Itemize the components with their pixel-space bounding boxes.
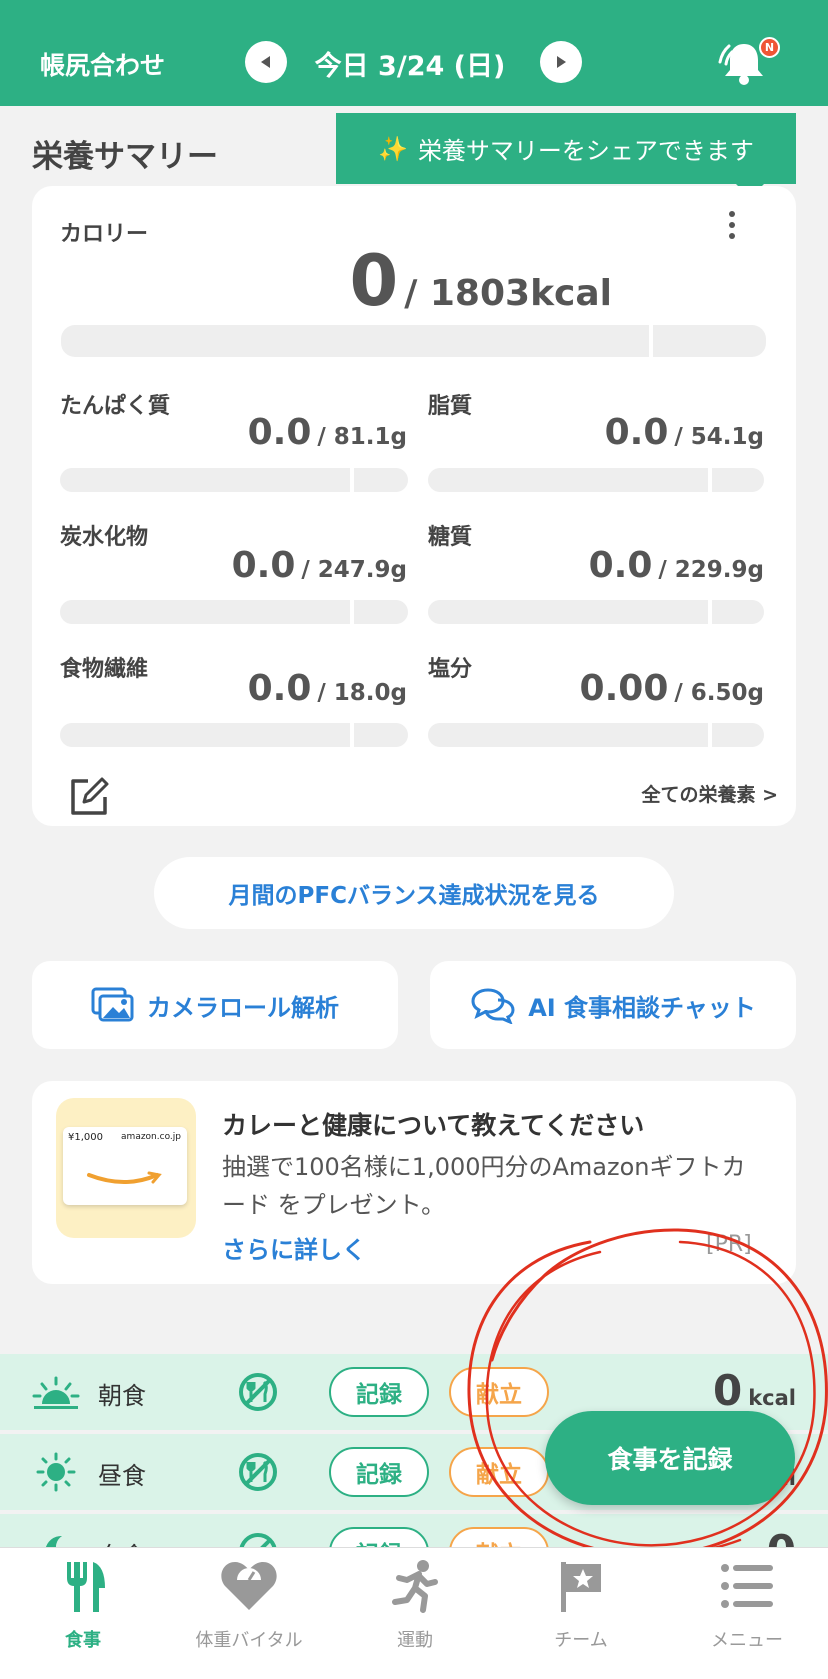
calorie-target: / 1803kcal — [404, 273, 612, 314]
protein-label: たんぱく質 — [60, 394, 171, 419]
sugar-target: / 229.9g — [658, 557, 764, 583]
sparkles-icon: ✨ — [378, 134, 408, 163]
gift-card-brand: amazon.co.jp — [121, 1132, 181, 1142]
share-tooltip[interactable]: ✨ 栄養サマリーをシェアできます — [336, 113, 796, 198]
ai-chat-label: AI 食事相談チャット — [528, 993, 756, 1022]
carbohydrate-progress-bar — [60, 600, 408, 624]
fat-target: / 54.1g — [674, 424, 764, 450]
promo-more-link[interactable]: さらに詳しく — [222, 1230, 366, 1265]
sugar-value: 0.0 — [588, 545, 653, 586]
fork-knife-icon — [67, 1562, 105, 1612]
no-meal-icon[interactable] — [238, 1452, 278, 1492]
amazon-gift-card: ¥1,000 amazon.co.jp — [63, 1127, 187, 1205]
sunrise-icon — [32, 1376, 80, 1409]
app-header: 帳尻合わせ 今日 3/24 (日) N — [0, 0, 828, 106]
record-button-lunch[interactable]: 記録 — [329, 1447, 429, 1497]
chat-bubbles-icon — [471, 988, 515, 1024]
carbohydrate-label: 炭水化物 — [60, 525, 149, 550]
fat-value: 0.0 — [604, 412, 669, 453]
tab-label-weight-vitals: 体重バイタル — [195, 1630, 303, 1651]
fat-label: 脂質 — [428, 394, 473, 419]
calorie-progress-bar — [61, 325, 766, 357]
heart-scale-icon — [221, 1562, 277, 1610]
menu-list-icon — [721, 1564, 773, 1608]
fat-readout: 0.0/ 54.1g — [520, 412, 764, 453]
no-meal-icon[interactable] — [238, 1372, 278, 1412]
tab-team[interactable]: チーム — [498, 1548, 664, 1679]
fiber-progress-bar — [60, 723, 408, 747]
bottom-tab-bar: 食事 体重バイタル 運動 チーム メニュー — [0, 1547, 828, 1679]
runner-icon — [392, 1560, 438, 1613]
amazon-smile-icon — [87, 1171, 162, 1184]
pfc-balance-button[interactable]: 月間のPFCバランス達成状況を見る — [154, 857, 674, 929]
sugar-progress-bar — [428, 600, 764, 624]
protein-value: 0.0 — [247, 412, 312, 453]
edit-icon[interactable] — [68, 775, 110, 817]
photos-icon — [91, 987, 134, 1022]
calorie-value: 0 — [349, 240, 399, 322]
next-day-button[interactable] — [540, 41, 582, 83]
sun-icon — [36, 1452, 76, 1492]
salt-progress-bar — [428, 723, 764, 747]
triangle-left-icon — [261, 56, 270, 68]
carbohydrate-readout: 0.0/ 247.9g — [160, 545, 407, 586]
section-title: 栄養サマリー — [32, 139, 218, 175]
fat-progress-bar — [428, 468, 764, 492]
sugar-readout: 0.0/ 229.9g — [520, 545, 764, 586]
meal-name-breakfast: 朝食 — [98, 1382, 146, 1410]
record-button-breakfast[interactable]: 記録 — [329, 1367, 429, 1417]
record-meal-fab[interactable]: 食事を記録 — [545, 1411, 795, 1505]
camera-roll-label: カメラロール解析 — [147, 993, 339, 1022]
salt-label: 塩分 — [428, 657, 473, 682]
tab-weight-vitals[interactable]: 体重バイタル — [166, 1548, 332, 1679]
tab-label-meals: 食事 — [65, 1630, 101, 1651]
breakfast-kcal-value: 0 — [712, 1366, 743, 1415]
adjust-link[interactable]: 帳尻合わせ — [40, 46, 165, 82]
tab-label-exercise: 運動 — [397, 1630, 433, 1651]
menu-button-lunch[interactable]: 献立 — [449, 1447, 549, 1497]
tab-meals[interactable]: 食事 — [0, 1548, 166, 1679]
pr-tag: [PR] — [706, 1232, 752, 1257]
sugar-label: 糖質 — [428, 525, 473, 550]
protein-progress-bar — [60, 468, 408, 492]
share-tooltip-text: 栄養サマリーをシェアできます — [417, 137, 754, 165]
fiber-value: 0.0 — [247, 668, 312, 709]
calorie-readout: 0/ 1803kcal — [300, 240, 612, 322]
tab-label-team: チーム — [554, 1630, 608, 1651]
tab-menu[interactable]: メニュー — [664, 1548, 828, 1679]
flag-icon — [561, 1562, 601, 1612]
date-label: 今日 3/24 (日) — [314, 51, 506, 82]
triangle-right-icon — [557, 56, 566, 68]
fiber-label: 食物繊維 — [60, 657, 149, 682]
promo-description: 抽選で100名様に1,000円分のAmazonギフトカード をプレゼント。 — [222, 1153, 746, 1219]
menu-button-breakfast[interactable]: 献立 — [449, 1367, 549, 1417]
notification-badge: N — [759, 37, 780, 58]
prev-day-button[interactable] — [245, 41, 287, 83]
tab-label-menu: メニュー — [711, 1630, 783, 1651]
salt-readout: 0.00/ 6.50g — [520, 668, 764, 709]
salt-value: 0.00 — [579, 668, 669, 709]
calorie-label: カロリー — [60, 222, 149, 247]
more-options-icon[interactable] — [720, 208, 744, 242]
all-nutrients-link[interactable]: 全ての栄養素 > — [610, 780, 778, 807]
carbohydrate-target: / 247.9g — [301, 557, 407, 583]
tab-exercise[interactable]: 運動 — [332, 1548, 498, 1679]
meal-name-lunch: 昼食 — [98, 1462, 146, 1490]
protein-readout: 0.0/ 81.1g — [160, 412, 407, 453]
gift-card-value: ¥1,000 — [68, 1132, 103, 1143]
ai-chat-button[interactable]: AI 食事相談チャット — [430, 961, 796, 1049]
salt-target: / 6.50g — [674, 680, 764, 706]
carbohydrate-value: 0.0 — [231, 545, 296, 586]
promo-title: カレーと健康について教えてください — [222, 1111, 645, 1140]
breakfast-kcal-unit: kcal — [748, 1386, 796, 1410]
fiber-readout: 0.0/ 18.0g — [160, 668, 407, 709]
breakfast-kcal: 0 kcal — [690, 1366, 796, 1415]
protein-target: / 81.1g — [317, 424, 407, 450]
camera-roll-button[interactable]: カメラロール解析 — [32, 961, 398, 1049]
fiber-target: / 18.0g — [317, 680, 407, 706]
